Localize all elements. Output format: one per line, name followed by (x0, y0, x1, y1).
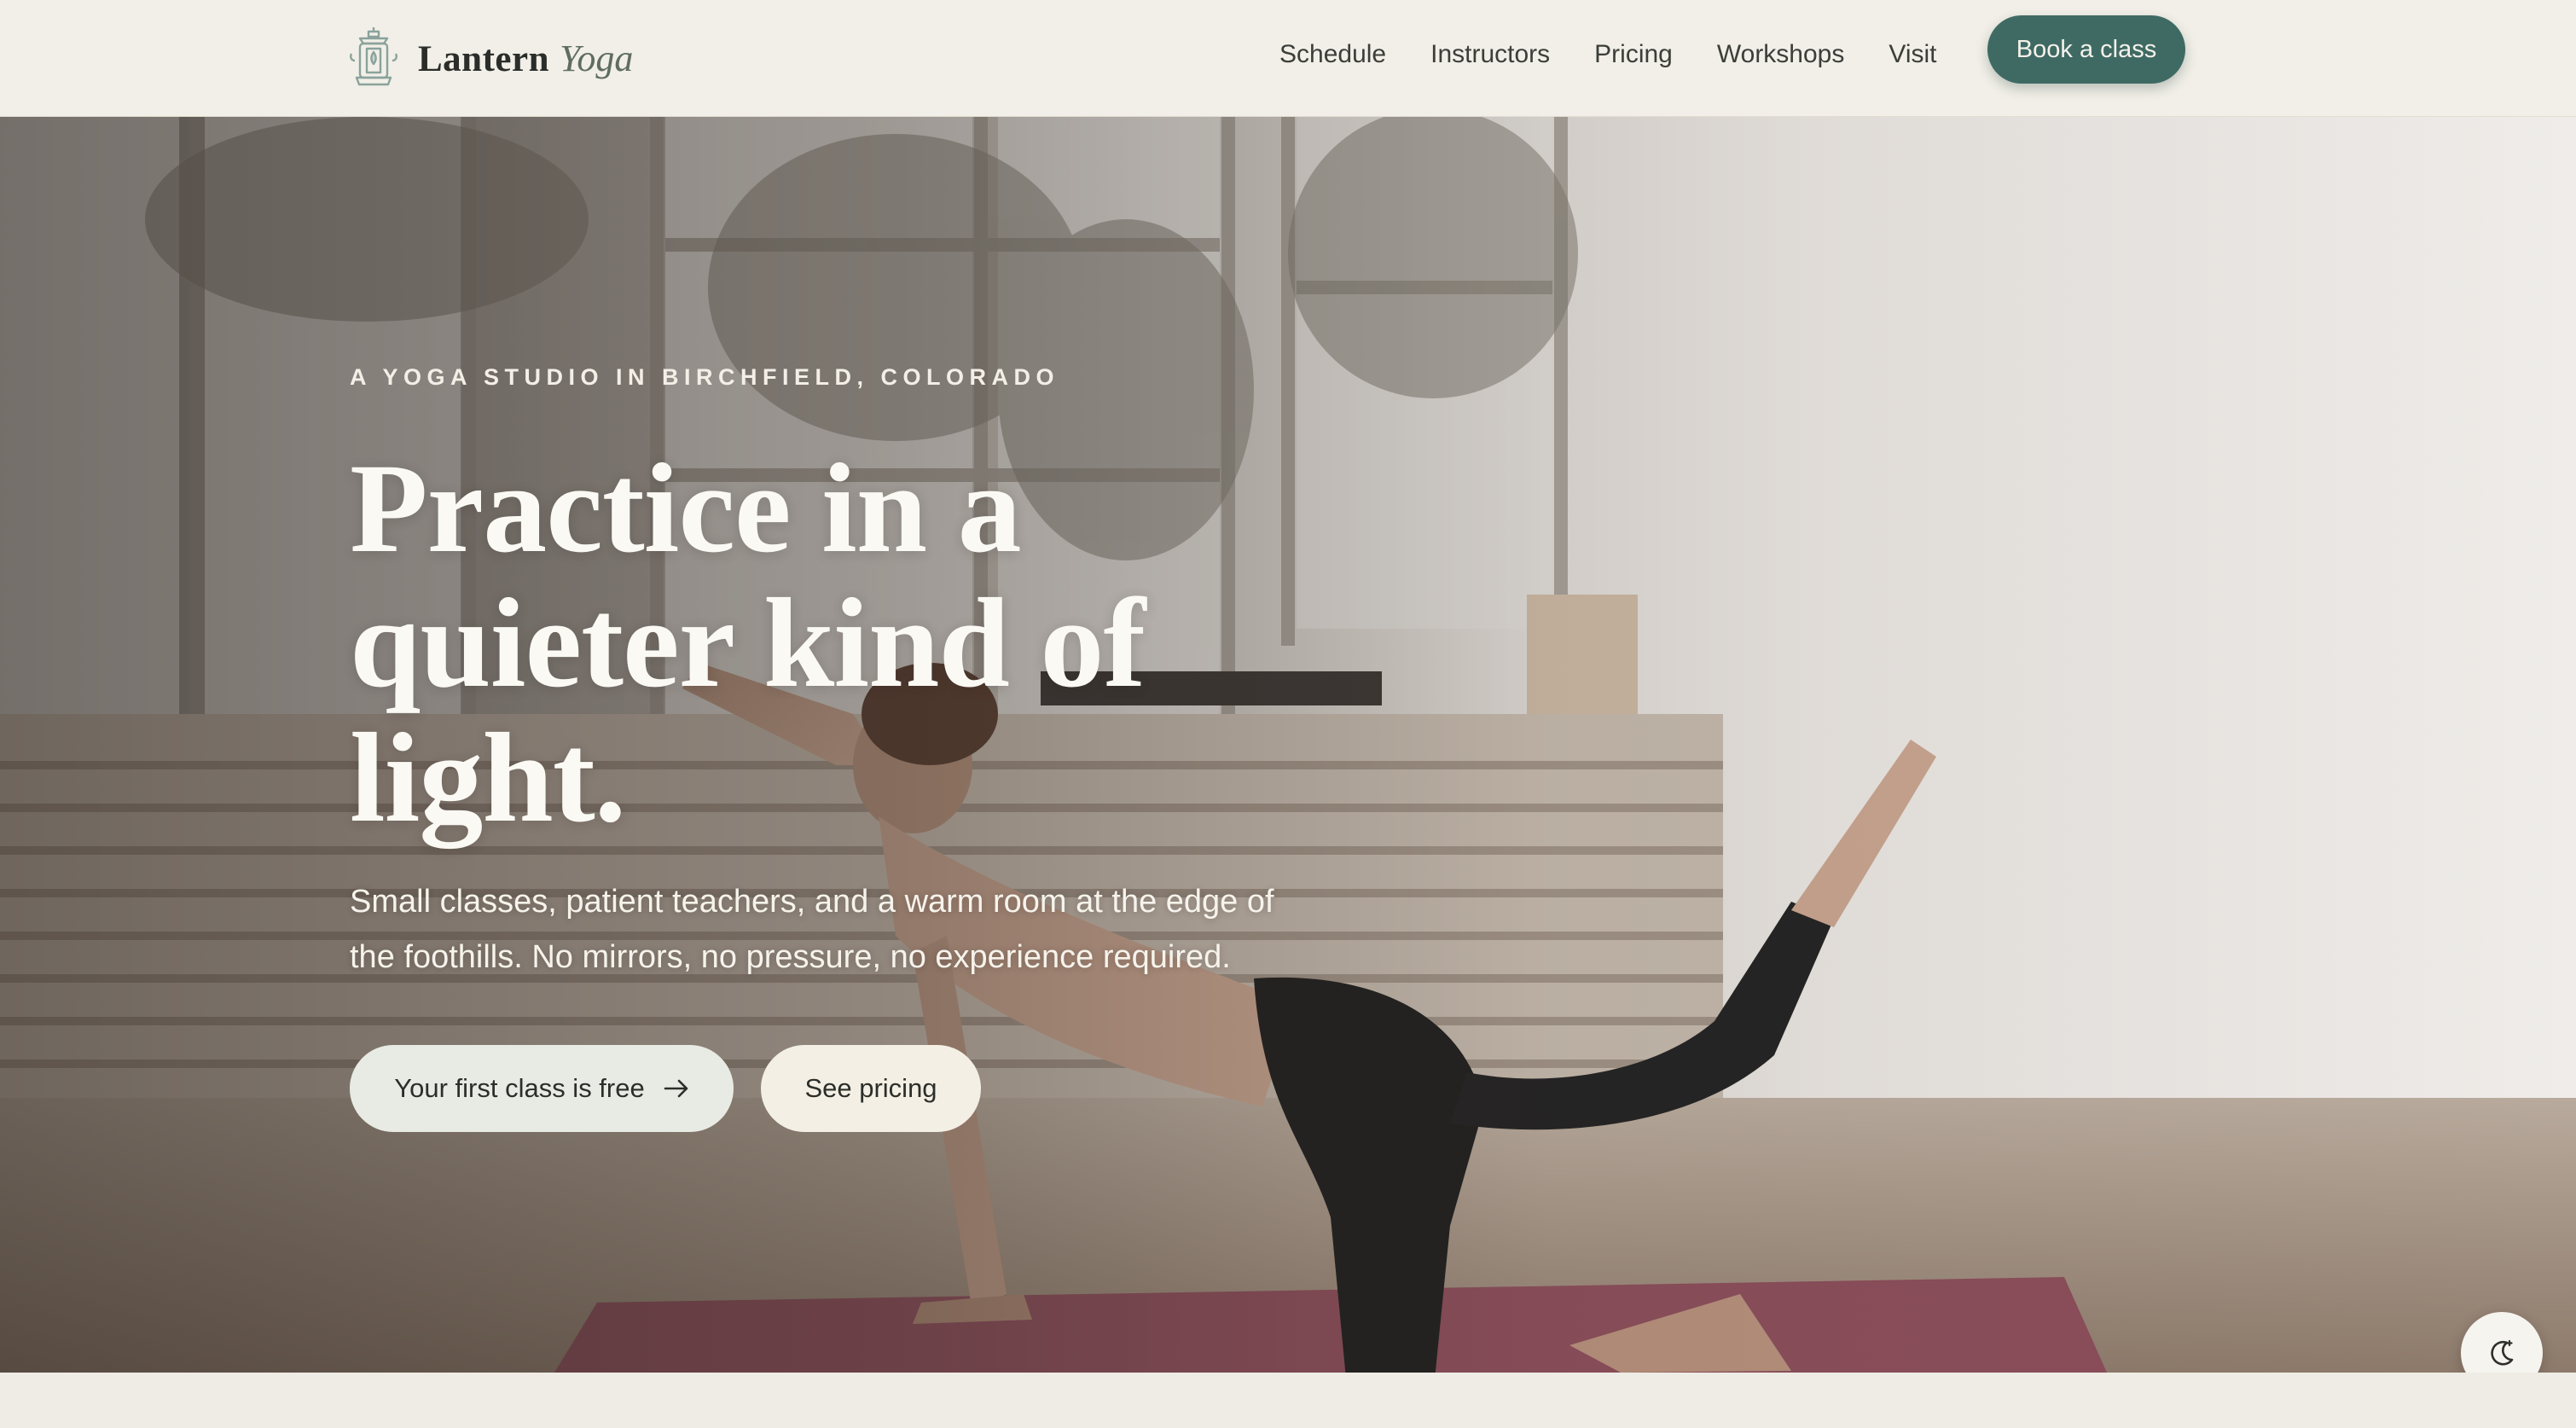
brand-accent: Yoga (560, 37, 634, 79)
first-class-free-label: Your first class is free (394, 1073, 645, 1103)
book-class-button[interactable]: Book a class (1987, 15, 2185, 84)
hero-section: A YOGA STUDIO IN BIRCHFIELD, COLORADO Pr… (0, 117, 2576, 1373)
brand-name: Lantern Yoga (418, 37, 633, 80)
brand-logo[interactable]: Lantern Yoga (348, 26, 633, 90)
nav-workshops[interactable]: Workshops (1717, 40, 1845, 69)
nav-pricing[interactable]: Pricing (1594, 40, 1673, 69)
hero-subtext: Small classes, patient teachers, and a w… (350, 884, 1274, 975)
nav-visit[interactable]: Visit (1888, 40, 1936, 69)
see-pricing-button[interactable]: See pricing (761, 1045, 981, 1132)
nav-instructors[interactable]: Instructors (1430, 40, 1550, 69)
hero-headline: Practice in a quieter kind of light. (350, 438, 1146, 849)
hero-cta-row: Your first class is free See pricing (350, 1045, 981, 1132)
hero-eyebrow: A YOGA STUDIO IN BIRCHFIELD, COLORADO (350, 364, 1060, 390)
arrow-right-icon (664, 1079, 688, 1098)
next-section-edge (0, 1373, 2576, 1428)
nav-schedule[interactable]: Schedule (1279, 40, 1386, 69)
see-pricing-label: See pricing (804, 1073, 937, 1103)
first-class-free-button[interactable]: Your first class is free (350, 1045, 734, 1132)
site-header: Lantern Yoga Schedule Instructors Pricin… (0, 0, 2576, 117)
lantern-icon (350, 27, 397, 86)
main-nav: Schedule Instructors Pricing Workshops V… (1279, 0, 1981, 109)
brand-word: Lantern (418, 38, 549, 79)
moon-icon (2491, 1339, 2514, 1366)
